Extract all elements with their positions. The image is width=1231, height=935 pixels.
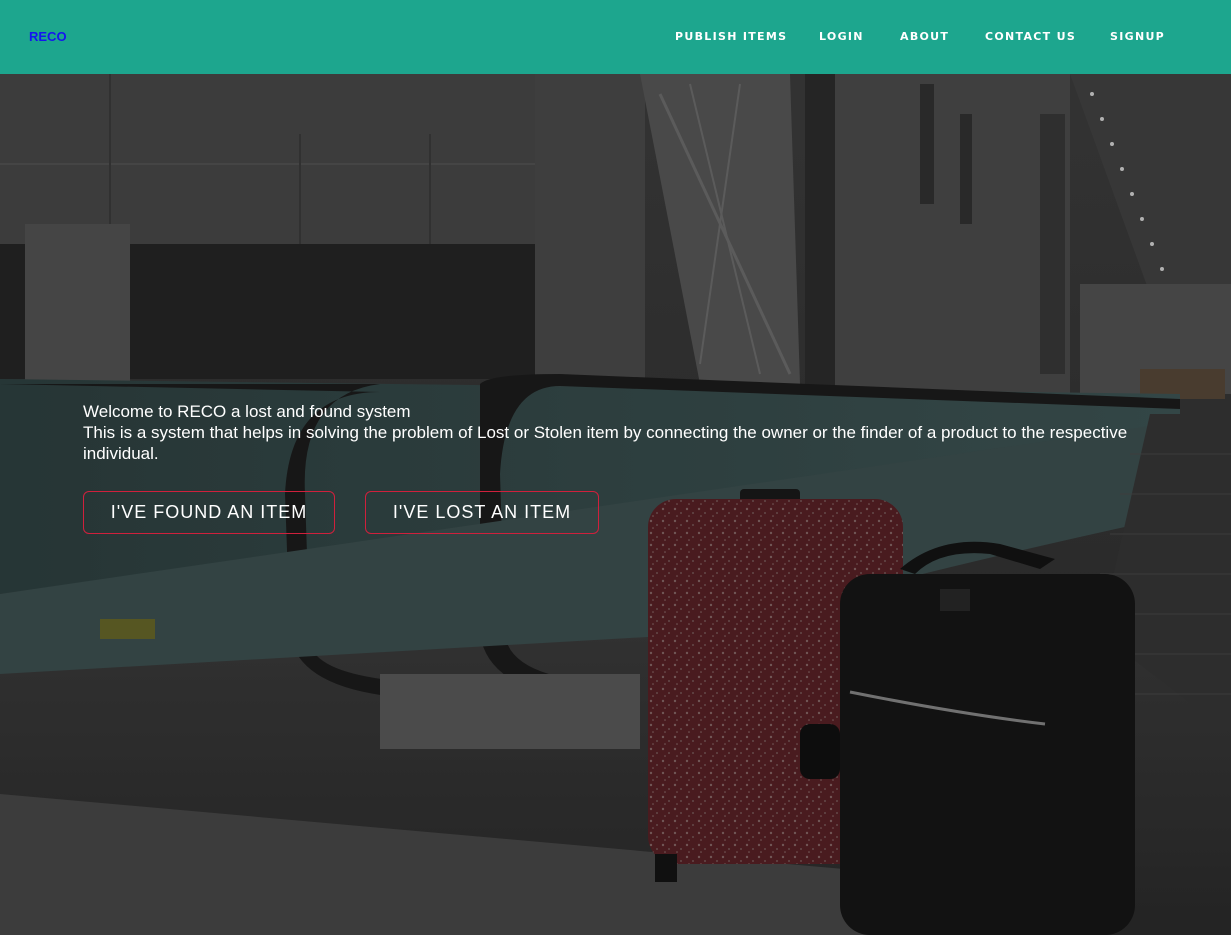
nav-link-contact-us[interactable]: CONTACT US: [985, 30, 1076, 43]
hero-section: Welcome to RECO a lost and found system …: [0, 74, 1231, 935]
hero-description: This is a system that helps in solving t…: [83, 423, 1128, 463]
nav-links: PUBLISH ITEMS LOGIN ABOUT CONTACT US SIG…: [0, 30, 1231, 44]
navbar: RECO PUBLISH ITEMS LOGIN ABOUT CONTACT U…: [0, 0, 1231, 74]
nav-link-publish-items[interactable]: PUBLISH ITEMS: [675, 30, 787, 43]
found-item-button[interactable]: I'VE FOUND AN ITEM: [83, 491, 335, 534]
hero-title: Welcome to RECO a lost and found system: [83, 402, 411, 421]
nav-link-login[interactable]: LOGIN: [819, 30, 864, 43]
lost-item-button[interactable]: I'VE LOST AN ITEM: [365, 491, 599, 534]
nav-link-about[interactable]: ABOUT: [900, 30, 949, 43]
hero-text: Welcome to RECO a lost and found system …: [83, 401, 1143, 464]
nav-link-signup[interactable]: SIGNUP: [1110, 30, 1165, 43]
